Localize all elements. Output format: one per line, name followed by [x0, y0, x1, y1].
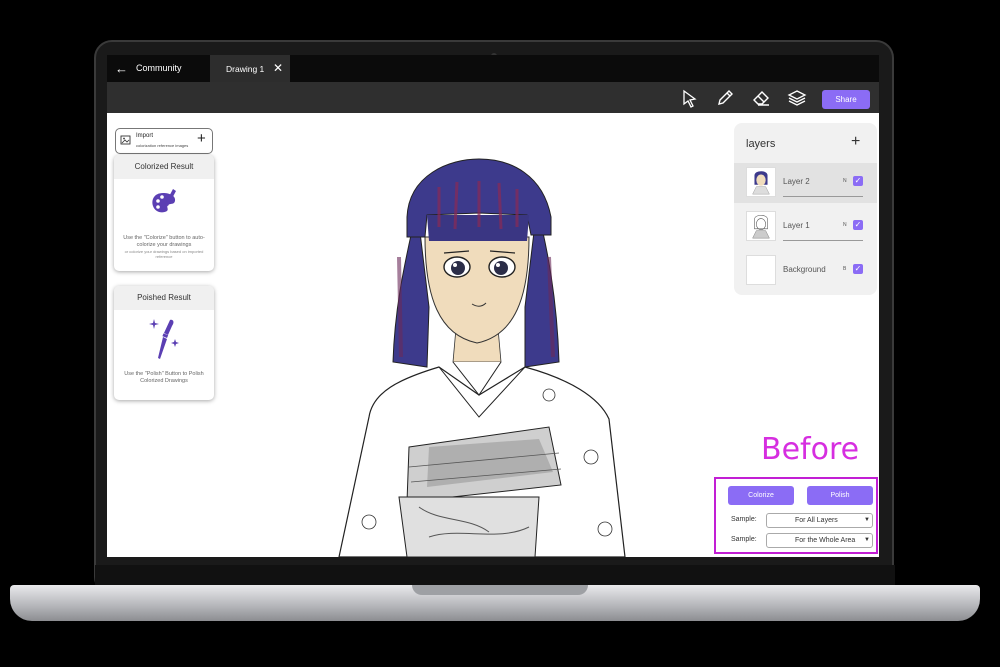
- card-title: Poished Result: [114, 286, 214, 310]
- layer-row-layer-2[interactable]: Layer 2 N ✓: [734, 163, 877, 203]
- layer-row-background[interactable]: Background B ✓: [734, 251, 877, 291]
- colorize-button[interactable]: Colorize: [728, 486, 794, 505]
- toolbar: [107, 82, 879, 113]
- layer-blend-mode[interactable]: B: [843, 266, 846, 272]
- eraser-icon[interactable]: [751, 88, 771, 108]
- image-import-icon: [120, 135, 131, 145]
- share-button[interactable]: Share: [822, 90, 870, 109]
- plus-icon: +: [197, 130, 206, 147]
- import-title: Import: [136, 133, 154, 139]
- chevron-down-icon: ▼: [864, 517, 870, 523]
- polish-button[interactable]: Polish: [807, 486, 873, 505]
- layer-thumbnail-image: [752, 171, 770, 195]
- sample-label: Sample:: [731, 536, 757, 543]
- colorize-controls: Colorize Polish Sample: For All Layers ▼…: [714, 477, 878, 554]
- layer-visibility-checkbox[interactable]: ✓: [853, 264, 863, 274]
- polished-result-card[interactable]: Poished Result Use the "Polish" Button t…: [114, 286, 214, 400]
- layer-divider: [783, 240, 863, 241]
- layer-visibility-checkbox[interactable]: ✓: [853, 176, 863, 186]
- layer-thumbnail: [746, 167, 776, 197]
- select-arrow-icon[interactable]: [680, 88, 700, 108]
- tab-drawing-1[interactable]: Drawing 1 ✕: [210, 55, 290, 82]
- before-overlay-label: Before: [761, 432, 860, 467]
- layer-blend-mode[interactable]: N: [843, 222, 847, 228]
- pencil-icon[interactable]: [715, 88, 735, 108]
- back-arrow-icon[interactable]: ←: [115, 61, 128, 76]
- layers-title: layers: [746, 138, 776, 150]
- layer-name: Background: [783, 265, 826, 274]
- select-value: For the Whole Area: [795, 537, 856, 544]
- app-screen: ← Community Drawing 1 ✕ Share Import col…: [107, 55, 879, 557]
- polish-hint: Use the "Polish" Button to Polish Colori…: [124, 371, 204, 384]
- layers-panel: layers + Layer 2 N ✓ Layer 1 N ✓ Backgro…: [734, 123, 877, 295]
- chevron-down-icon: ▼: [864, 537, 870, 543]
- colorize-hint-small: or colorize your drawings based on impor…: [124, 249, 204, 259]
- colorized-result-card[interactable]: Colorized Result Use the "Colorize" butt…: [114, 155, 214, 271]
- import-reference-button[interactable]: Import colorization reference images +: [115, 128, 213, 154]
- sample-label: Sample:: [731, 516, 757, 523]
- sample-area-select[interactable]: For the Whole Area ▼: [766, 533, 873, 548]
- add-layer-icon[interactable]: +: [851, 133, 860, 151]
- layer-blend-mode[interactable]: N: [843, 178, 847, 184]
- card-description: Use the "Colorize" button to auto-colori…: [118, 235, 210, 259]
- import-subtitle: colorization reference images: [136, 143, 189, 148]
- layer-name: Layer 2: [783, 177, 810, 186]
- laptop-notch: [412, 585, 588, 595]
- layer-name: Layer 1: [783, 221, 810, 230]
- sample-layers-select[interactable]: For All Layers ▼: [766, 513, 873, 528]
- tab-bar: ← Community Drawing 1 ✕: [107, 55, 879, 82]
- card-title: Colorized Result: [114, 155, 214, 179]
- tab-label: Drawing 1: [226, 64, 265, 74]
- layer-divider: [783, 196, 863, 197]
- palette-brush-icon: [152, 189, 176, 213]
- layer-visibility-checkbox[interactable]: ✓: [853, 220, 863, 230]
- colorize-hint: Use the "Colorize" button to auto-colori…: [123, 235, 205, 248]
- layer-thumbnail-image: [752, 214, 770, 239]
- layer-row-layer-1[interactable]: Layer 1 N ✓: [734, 207, 877, 247]
- magic-brush-icon: [149, 319, 179, 359]
- layer-thumbnail: [746, 211, 776, 241]
- laptop-hinge: [95, 565, 895, 585]
- select-value: For All Layers: [795, 517, 838, 524]
- layer-thumbnail: [746, 255, 776, 285]
- layers-icon[interactable]: [787, 88, 807, 108]
- close-icon[interactable]: ✕: [273, 61, 283, 75]
- drawing-canvas[interactable]: [329, 157, 641, 557]
- community-link[interactable]: Community: [136, 63, 182, 73]
